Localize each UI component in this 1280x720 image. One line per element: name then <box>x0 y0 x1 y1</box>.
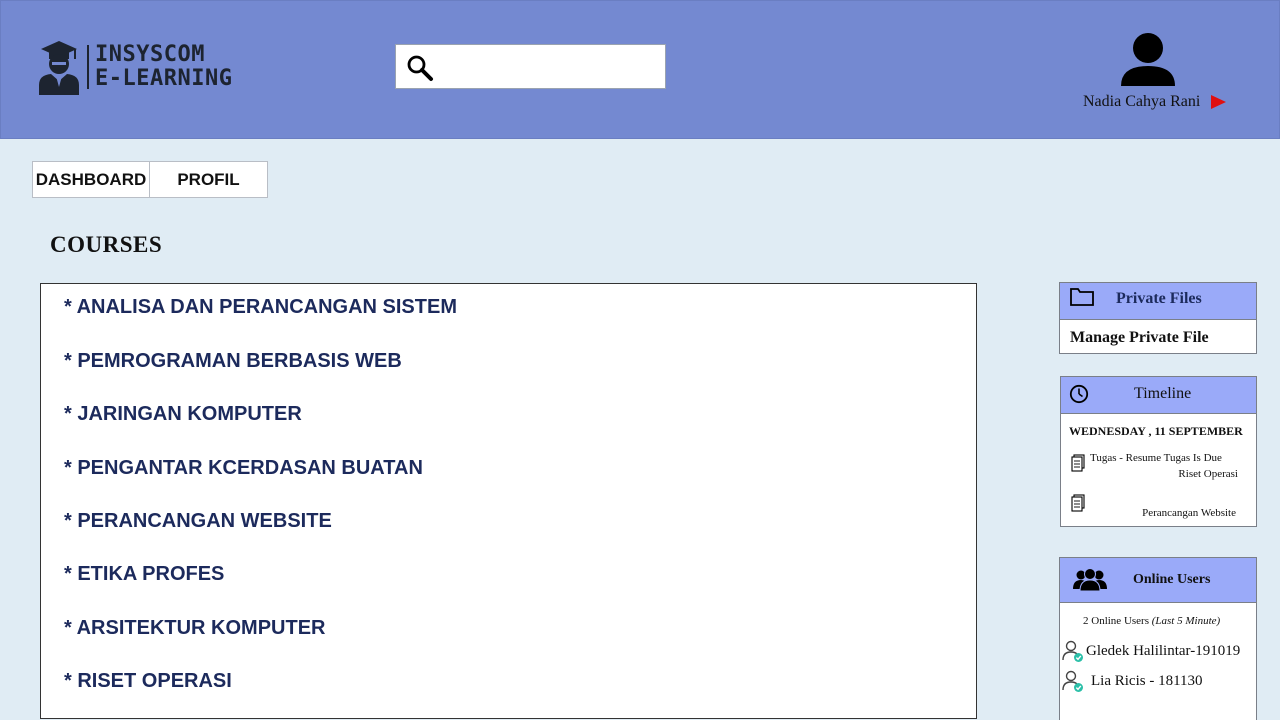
online-users-widget: Online Users 2 Online Users (Last 5 Minu… <box>1059 557 1257 720</box>
clock-icon <box>1069 384 1089 404</box>
private-files-widget: Private Files Manage Private File <box>1059 282 1257 354</box>
logo-divider <box>87 45 89 89</box>
online-users-count-note: (Last 5 Minute) <box>1151 615 1221 627</box>
users-group-icon <box>1073 568 1107 591</box>
header: INSYSCOM E-LEARNING Nadia Cahya Rani <box>0 0 1280 139</box>
timeline-widget: Timeline WEDNESDAY , 11 SEPTEMBER Tugas … <box>1060 376 1257 527</box>
document-icon <box>1071 494 1085 512</box>
course-item[interactable]: * ANALISA DAN PERANCANGAN SISTEM <box>64 295 457 319</box>
course-item[interactable]: * PEMROGRAMAN BERBASIS WEB <box>64 349 402 373</box>
timeline-event-course[interactable]: Riset Operasi <box>1178 466 1238 482</box>
user-online-icon <box>1062 640 1083 662</box>
user-name[interactable]: Nadia Cahya Rani <box>1083 93 1200 111</box>
online-user-name[interactable]: Gledek Halilintar-191019 <box>1086 643 1240 660</box>
timeline-header: Timeline <box>1061 377 1256 414</box>
online-user-name[interactable]: Lia Ricis - 181130 <box>1091 673 1203 690</box>
user-avatar-icon[interactable] <box>1119 28 1177 86</box>
nav-tabs: DASHBOARD PROFIL <box>32 161 268 198</box>
course-item[interactable]: * PERANCANGAN WEBSITE <box>64 509 332 533</box>
online-users-count: 2 Online Users (Last 5 Minute) <box>1083 615 1220 627</box>
course-item[interactable]: * PENGANTAR KCERDASAN BUATAN <box>64 456 423 480</box>
course-item[interactable]: * ETIKA PROFES <box>64 562 224 586</box>
search-box[interactable] <box>395 44 666 89</box>
logo-text-line1: INSYSCOM <box>95 42 205 67</box>
online-users-title: Online Users <box>1133 572 1211 587</box>
course-item[interactable]: * JARINGAN KOMPUTER <box>64 402 302 426</box>
timeline-date: WEDNESDAY , 11 SEPTEMBER <box>1069 424 1243 438</box>
logo-text-line2: E-LEARNING <box>95 66 233 91</box>
folder-icon <box>1070 288 1094 306</box>
timeline-title: Timeline <box>1134 385 1192 402</box>
private-files-title: Private Files <box>1116 290 1202 307</box>
caret-right-icon[interactable] <box>1211 95 1226 109</box>
online-users-header: Online Users <box>1060 558 1256 603</box>
tab-profil[interactable]: PROFIL <box>150 162 267 197</box>
search-icon[interactable] <box>406 54 434 82</box>
user-online-icon <box>1062 670 1083 692</box>
course-item[interactable]: * RISET OPERASI <box>64 669 232 693</box>
graduate-student-icon <box>39 41 79 95</box>
logo[interactable]: INSYSCOM E-LEARNING <box>37 39 237 97</box>
tab-dashboard[interactable]: DASHBOARD <box>33 162 150 197</box>
timeline-event-line[interactable]: Tugas - Resume Tugas Is Due <box>1090 450 1222 466</box>
online-users-count-text: 2 Online Users <box>1083 615 1149 627</box>
manage-private-file-link[interactable]: Manage Private File <box>1070 329 1209 347</box>
course-item[interactable]: * ARSITEKTUR KOMPUTER <box>64 616 325 640</box>
course-list: * ANALISA DAN PERANCANGAN SISTEM * PEMRO… <box>40 283 977 719</box>
private-files-header: Private Files <box>1060 283 1256 320</box>
timeline-event-course[interactable]: Perancangan Website <box>1142 505 1236 521</box>
document-icon <box>1071 454 1085 472</box>
search-input[interactable] <box>442 51 661 84</box>
page-title: COURSES <box>50 232 163 257</box>
